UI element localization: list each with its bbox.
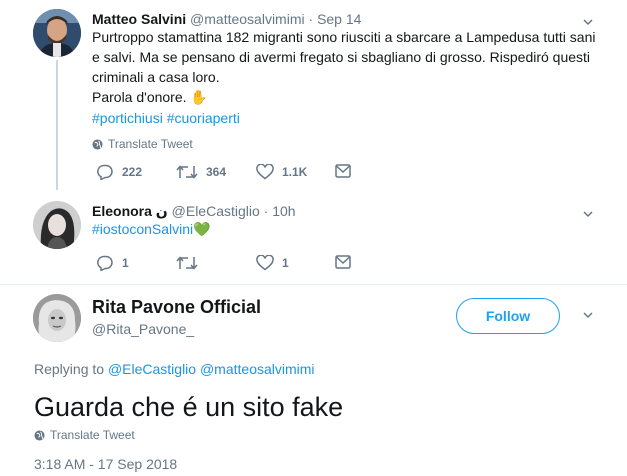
tweet-actions: 1 1 — [92, 255, 492, 275]
tweet-line: criminali a casa loro. — [92, 69, 220, 85]
author-handle[interactable]: @matteosalvimimi — [190, 11, 305, 27]
translate-label: Translate Tweet — [50, 428, 135, 442]
tweet-header: Eleonora ن @EleCastiglio · 10h — [92, 203, 296, 220]
separator-dot: · — [308, 11, 314, 27]
like-count: 1 — [282, 256, 289, 270]
tweet-line: Parola d'onore. ✋ — [92, 87, 612, 108]
avatar[interactable] — [33, 9, 81, 57]
like-button[interactable]: 1 — [256, 255, 289, 271]
tweet-line: e salvi. Ma se pensano di avermi fregato… — [92, 49, 591, 65]
tweet-eleonora[interactable]: Eleonora ن @EleCastiglio · 10h #iostocon… — [0, 195, 627, 285]
hashtag[interactable]: #iostoconSalvini — [92, 221, 193, 237]
translate-tweet[interactable]: Translate Tweet — [92, 137, 193, 151]
tweet-header: Matteo Salvini @matteosalvimimi · Sep 14 — [92, 11, 361, 27]
thread-line — [56, 60, 58, 190]
hashtags[interactable]: #portichiusi #cuoriaperti — [92, 108, 612, 128]
author-handle[interactable]: @Rita_Pavone_ — [92, 321, 194, 337]
chevron-down-icon[interactable] — [583, 310, 593, 320]
retweet-count: 364 — [206, 165, 227, 179]
tweet-salvini[interactable]: Matteo Salvini @matteosalvimimi · Sep 14… — [0, 0, 627, 195]
globe-icon — [92, 138, 103, 150]
tweet-line-text: Parola d'onore. — [92, 89, 187, 105]
tweet-text: Purtroppo stamattina 182 migranti sono r… — [92, 27, 612, 128]
dm-icon — [335, 255, 351, 269]
replying-prefix: Replying to — [34, 361, 105, 377]
retweet-button[interactable]: 364 — [176, 164, 226, 180]
reply-button[interactable]: 1 — [96, 255, 129, 271]
author-name[interactable]: Rita Pavone Official — [92, 297, 261, 318]
tweet-time[interactable]: 10h — [272, 203, 295, 219]
replying-to-handles[interactable]: @EleCastiglio @matteosalvimimi — [108, 361, 315, 377]
green-heart-emoji: 💚 — [193, 222, 211, 238]
tweet-actions: 222 364 1.1K — [92, 164, 492, 184]
divider — [0, 284, 627, 285]
tweet-timestamp[interactable]: 3:18 AM - 17 Sep 2018 — [34, 456, 177, 472]
reply-icon — [97, 164, 113, 180]
like-icon — [256, 164, 274, 180]
reply-icon — [97, 255, 113, 271]
reply-count: 222 — [122, 165, 143, 179]
retweet-icon — [176, 165, 198, 179]
tweet-text: #iostoconSalvini💚 — [92, 219, 211, 240]
author-name[interactable]: Matteo Salvini — [92, 11, 186, 27]
reply-count: 1 — [122, 256, 129, 270]
tweet-time[interactable]: Sep 14 — [317, 11, 361, 27]
chevron-down-icon[interactable] — [583, 17, 593, 27]
reply-button[interactable]: 222 — [96, 164, 142, 180]
translate-label: Translate Tweet — [108, 137, 193, 151]
translate-tweet[interactable]: Translate Tweet — [34, 428, 135, 442]
tweet-line: Purtroppo stamattina 182 migranti sono r… — [92, 29, 596, 45]
separator-dot: · — [263, 203, 269, 219]
author-name-suffix: ن — [155, 204, 168, 220]
globe-icon — [34, 429, 45, 441]
author-name[interactable]: Eleonora ن — [92, 203, 168, 220]
tweet-text: Guarda che é un sito fake — [34, 392, 344, 422]
avatar[interactable] — [33, 294, 81, 342]
replying-to: Replying to @EleCastiglio @matteosalvimi… — [34, 361, 315, 377]
author-name-text: Eleonora — [92, 203, 152, 219]
like-button[interactable]: 1.1K — [256, 164, 307, 180]
author-handle[interactable]: @EleCastiglio — [172, 203, 260, 219]
retweet-icon — [176, 256, 198, 270]
follow-button[interactable]: Follow — [456, 298, 560, 334]
raised-hand-emoji: ✋ — [190, 90, 208, 106]
chevron-down-icon[interactable] — [583, 209, 593, 219]
avatar[interactable] — [33, 201, 81, 249]
retweet-button[interactable] — [176, 255, 206, 271]
dm-button[interactable] — [335, 164, 351, 178]
like-count: 1.1K — [282, 165, 308, 179]
dm-icon — [335, 164, 351, 178]
dm-button[interactable] — [335, 255, 351, 269]
like-icon — [256, 255, 274, 271]
